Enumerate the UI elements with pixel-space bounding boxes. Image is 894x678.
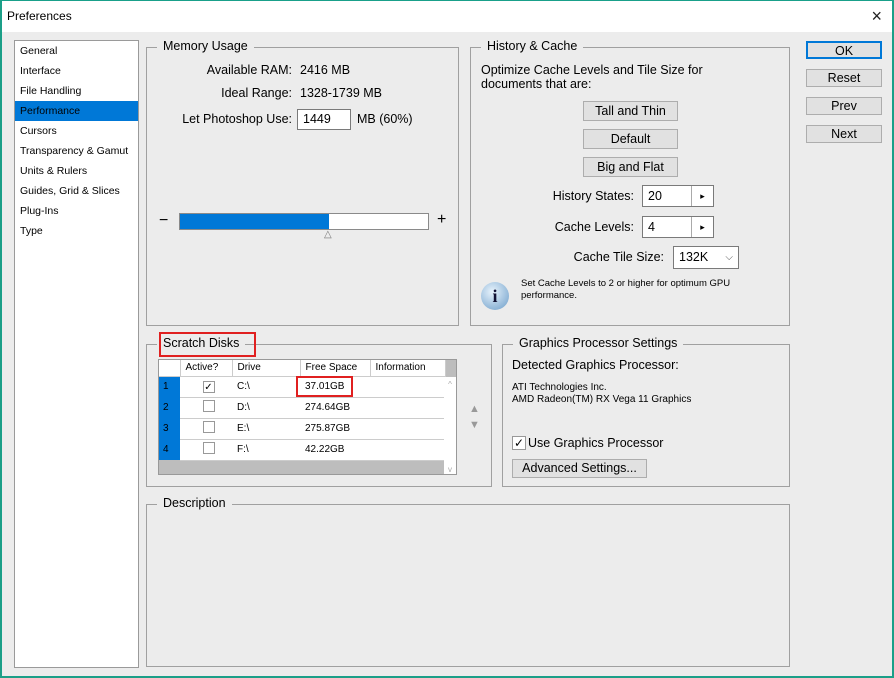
- sidebar-item-plugins[interactable]: Plug-Ins: [15, 201, 138, 221]
- sidebar-item-interface[interactable]: Interface: [15, 61, 138, 81]
- scratch-disk-row[interactable]: 3 E:\ 275.87GB: [159, 418, 446, 440]
- gpu-settings-title: Graphics Processor Settings: [513, 336, 684, 350]
- row-number: 3: [159, 418, 180, 439]
- history-states-arrow-icon[interactable]: ▸: [691, 186, 713, 206]
- photoshop-use-input[interactable]: 1449: [297, 109, 351, 130]
- ideal-range-value: 1328-1739 MB: [300, 86, 383, 100]
- sidebar-item-transparency[interactable]: Transparency & Gamut: [15, 141, 138, 161]
- memory-usage-title: Memory Usage: [157, 39, 254, 53]
- scratch-disks-group: Scratch Disks Active? Drive Free Space I…: [146, 336, 492, 487]
- active-checkbox[interactable]: [202, 442, 215, 454]
- scratch-disk-row[interactable]: 4 F:\ 42.22GB: [159, 439, 446, 461]
- close-icon[interactable]: ×: [871, 6, 882, 27]
- photoshop-use-label: Let Photoshop Use:: [182, 112, 292, 126]
- sidebar-item-cursors[interactable]: Cursors: [15, 121, 138, 141]
- information-cell: [370, 376, 446, 398]
- cache-levels-value: 4: [648, 220, 655, 234]
- drive-cell: E:\: [232, 418, 300, 440]
- memory-slider[interactable]: [179, 213, 429, 230]
- prev-button[interactable]: Prev: [806, 97, 882, 115]
- history-cache-group: History & Cache Optimize Cache Levels an…: [470, 39, 790, 326]
- gpu-model: AMD Radeon(TM) RX Vega 11 Graphics: [512, 394, 692, 405]
- gpu-vendor: ATI Technologies Inc.: [512, 382, 607, 393]
- memory-slider-thumb[interactable]: △: [324, 229, 332, 240]
- cache-levels-arrow-icon[interactable]: ▸: [691, 217, 713, 237]
- increase-memory-button[interactable]: +: [437, 211, 446, 229]
- column-header-drive[interactable]: Drive: [232, 360, 301, 377]
- row-number: 1: [159, 376, 180, 397]
- column-header-free-space[interactable]: Free Space: [300, 360, 371, 377]
- tall-and-thin-button[interactable]: Tall and Thin: [583, 101, 678, 121]
- memory-slider-fill: [180, 214, 329, 229]
- default-button[interactable]: Default: [583, 129, 678, 149]
- gpu-info-text: Set Cache Levels to 2 or higher for opti…: [521, 278, 731, 301]
- row-number-header: [159, 360, 181, 377]
- decrease-memory-button[interactable]: −: [159, 212, 168, 230]
- active-checkbox[interactable]: [202, 400, 215, 412]
- use-gpu-checkbox[interactable]: ✓: [512, 436, 526, 450]
- chevron-down-icon: ⌵: [725, 252, 733, 263]
- ideal-range-label: Ideal Range:: [221, 86, 292, 100]
- drive-cell: C:\: [232, 376, 300, 398]
- description-group: Description: [146, 496, 790, 667]
- cache-levels-input[interactable]: 4 ▸: [642, 216, 714, 238]
- history-states-label: History States:: [552, 189, 634, 203]
- preferences-sidebar: General Interface File Handling Performa…: [14, 40, 139, 668]
- history-states-value: 20: [648, 189, 662, 203]
- drive-cell: F:\: [232, 439, 300, 461]
- info-icon: i: [481, 282, 509, 310]
- sidebar-item-general[interactable]: General: [15, 41, 138, 61]
- description-title: Description: [157, 496, 232, 510]
- reset-button[interactable]: Reset: [806, 69, 882, 87]
- cache-tile-size-value: 132K: [679, 250, 709, 264]
- sidebar-item-units[interactable]: Units & Rulers: [15, 161, 138, 181]
- information-cell: [370, 418, 446, 440]
- free-space-cell: 275.87GB: [300, 418, 370, 440]
- column-header-information[interactable]: Information: [370, 360, 446, 377]
- advanced-settings-button[interactable]: Advanced Settings...: [512, 459, 647, 478]
- photoshop-use-unit: MB (60%): [357, 112, 413, 126]
- preferences-dialog: Preferences × General Interface File Han…: [1, 0, 893, 677]
- row-number: 4: [159, 439, 180, 460]
- history-states-input[interactable]: 20 ▸: [642, 185, 714, 207]
- window-title: Preferences: [7, 9, 72, 23]
- scratch-disks-highlight: [159, 332, 256, 357]
- active-checkbox[interactable]: ✓: [202, 380, 215, 393]
- detected-gpu-label: Detected Graphics Processor:: [512, 358, 679, 372]
- cache-tile-size-select[interactable]: 132K ⌵: [673, 246, 739, 269]
- move-up-icon[interactable]: ▲: [469, 403, 480, 415]
- optimize-text: Optimize Cache Levels and Tile Size for …: [481, 63, 703, 91]
- title-bar: Preferences ×: [2, 1, 892, 32]
- history-cache-title: History & Cache: [481, 39, 584, 53]
- sidebar-item-guides[interactable]: Guides, Grid & Slices: [15, 181, 138, 201]
- gpu-settings-group: Graphics Processor Settings Detected Gra…: [502, 336, 790, 487]
- next-button[interactable]: Next: [806, 125, 882, 143]
- ok-button[interactable]: OK: [806, 41, 882, 59]
- move-down-icon[interactable]: ▼: [469, 419, 480, 431]
- scratch-disk-row[interactable]: 2 D:\ 274.64GB: [159, 397, 446, 419]
- big-and-flat-button[interactable]: Big and Flat: [583, 157, 678, 177]
- active-checkbox[interactable]: [202, 421, 215, 433]
- use-gpu-label: Use Graphics Processor: [528, 436, 664, 450]
- row-number: 2: [159, 397, 180, 418]
- free-space-cell: 42.22GB: [300, 439, 370, 461]
- cache-levels-label: Cache Levels:: [554, 220, 634, 234]
- sidebar-item-performance[interactable]: Performance: [15, 101, 138, 121]
- information-cell: [370, 397, 446, 419]
- available-ram-value: 2416 MB: [300, 63, 351, 77]
- drive-cell: D:\: [232, 397, 300, 419]
- sidebar-item-type[interactable]: Type: [15, 221, 138, 241]
- cache-tile-size-label: Cache Tile Size:: [573, 250, 664, 264]
- sidebar-item-file-handling[interactable]: File Handling: [15, 81, 138, 101]
- memory-usage-group: Memory Usage Available RAM: 2416 MB Idea…: [146, 39, 459, 326]
- free-space-cell: 274.64GB: [300, 397, 370, 419]
- available-ram-label: Available RAM:: [206, 63, 292, 77]
- scratch-disks-scrollbar[interactable]: ^ v: [444, 377, 456, 474]
- column-header-active[interactable]: Active?: [180, 360, 233, 377]
- free-space-highlight: [296, 376, 353, 397]
- information-cell: [370, 439, 446, 461]
